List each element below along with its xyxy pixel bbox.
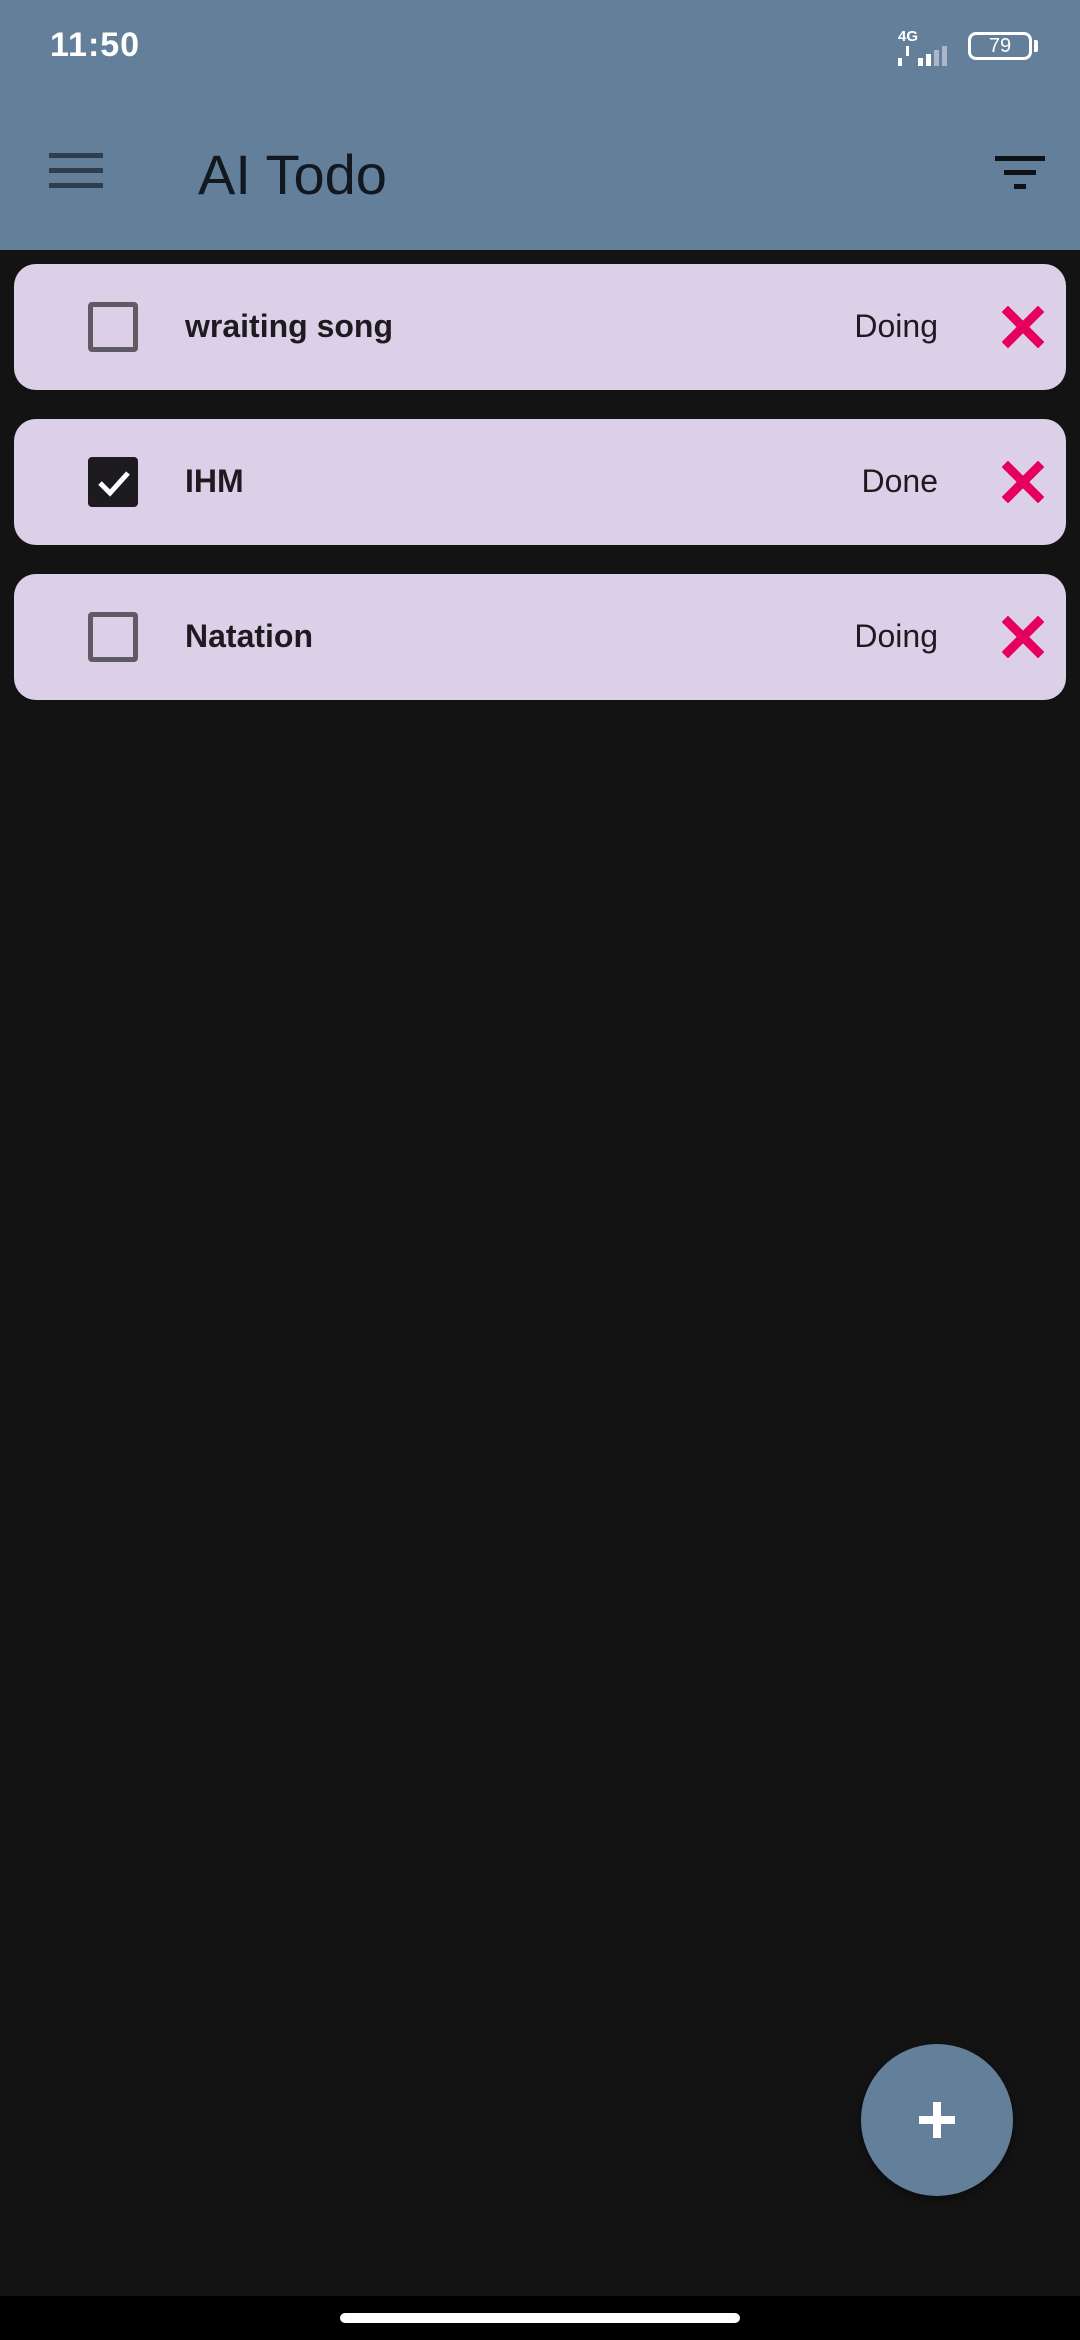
delete-button[interactable] xyxy=(998,457,1048,507)
battery-level: 79 xyxy=(988,35,1012,57)
todo-status: Doing xyxy=(854,618,938,654)
app-bar: 11:50 4G 79 AI Todo xyxy=(0,0,1080,250)
filter-icon xyxy=(995,156,1045,189)
todo-title: wraiting song xyxy=(185,308,393,344)
battery-tip xyxy=(1034,40,1038,52)
todo-checkbox[interactable] xyxy=(88,457,138,507)
signal-icon xyxy=(898,46,947,66)
close-icon xyxy=(1002,306,1044,348)
todo-screen: 11:50 4G 79 AI Todo wraiting song Doing … xyxy=(0,0,1080,2340)
delete-button[interactable] xyxy=(998,302,1048,352)
home-indicator[interactable] xyxy=(340,2313,740,2323)
add-todo-button[interactable] xyxy=(861,2044,1013,2196)
todo-status: Doing xyxy=(854,308,938,344)
todo-item[interactable]: IHM Done xyxy=(14,419,1066,545)
network-type-label: 4G xyxy=(898,28,919,45)
todo-list: wraiting song Doing IHM Done Natation Do… xyxy=(14,264,1066,729)
battery-indicator: 79 xyxy=(968,32,1032,60)
status-bar: 11:50 4G 79 xyxy=(0,0,1080,96)
todo-title: Natation xyxy=(185,618,313,654)
filter-button[interactable] xyxy=(984,142,1056,204)
close-icon xyxy=(1002,616,1044,658)
todo-title: IHM xyxy=(185,463,244,499)
delete-button[interactable] xyxy=(998,612,1048,662)
todo-checkbox[interactable] xyxy=(88,612,138,662)
todo-checkbox[interactable] xyxy=(88,302,138,352)
close-icon xyxy=(1002,461,1044,503)
status-indicators: 4G 79 xyxy=(898,28,1040,68)
todo-item[interactable]: Natation Doing xyxy=(14,574,1066,700)
status-time: 11:50 xyxy=(50,26,141,64)
check-icon xyxy=(98,471,130,497)
menu-button[interactable] xyxy=(40,140,114,202)
todo-item[interactable]: wraiting song Doing xyxy=(14,264,1066,390)
todo-status: Done xyxy=(861,463,939,499)
page-title: AI Todo xyxy=(198,143,387,206)
menu-icon xyxy=(49,153,103,188)
plus-icon xyxy=(919,2102,955,2138)
